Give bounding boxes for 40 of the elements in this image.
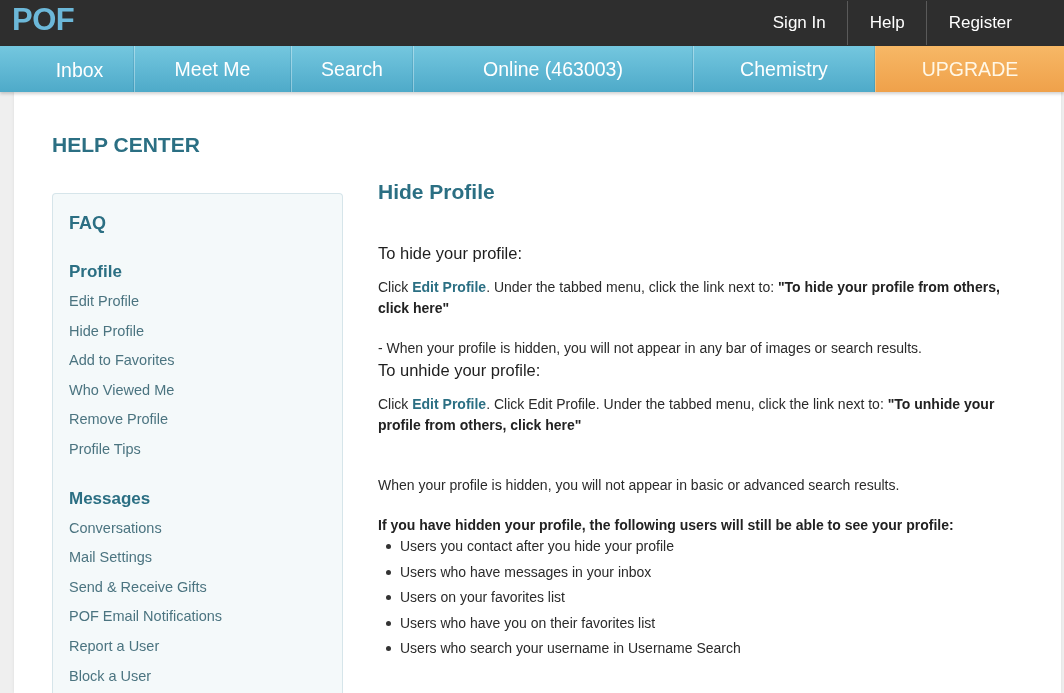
section-heading: Profile — [69, 261, 122, 283]
sidebar-title: FAQ — [69, 212, 106, 234]
nav-link[interactable]: Help — [846, 1, 926, 45]
paragraph-text: Click Edit Profile. Under the tabbed menu, click the link next to: "To hide your profile from others, click here" — [378, 278, 1001, 318]
list-item: Users who search your username in Username Search — [400, 639, 741, 659]
bullet-icon — [386, 544, 391, 550]
inline-link[interactable]: Edit Profile — [412, 279, 487, 295]
nav-link[interactable]: Sign In — [750, 1, 847, 45]
subheading: To unhide your profile: — [378, 360, 541, 381]
bullet-icon — [386, 569, 391, 575]
sidebar-link[interactable]: Mail Settings — [69, 543, 152, 573]
list-item: Users who have you on their favorites list — [400, 613, 656, 633]
list-item: Users who have messages in your inbox — [400, 562, 652, 582]
sidebar-link[interactable]: Remove Profile — [69, 405, 169, 435]
sidebar-link[interactable]: Add to Favorites — [69, 346, 175, 376]
sidebar-link[interactable]: Profile Tips — [69, 434, 141, 465]
paragraph-text: Click Edit Profile. Click Edit Profile. Under the tabbed menu, click the link next to: "To unhide your profile from others, click here" — [378, 395, 996, 435]
sidebar-link[interactable]: Send & Receive Gifts — [69, 572, 207, 603]
bullet-icon — [386, 595, 391, 601]
list-item: Users on your favorites list — [400, 588, 565, 608]
nav-link[interactable]: Register — [925, 1, 1033, 45]
paragraph-text: When your profile is hidden, you will not appear in basic or advanced search results. — [378, 476, 900, 495]
note-text: - When your profile is hidden, you will not appear in any bar of images or search results. — [378, 339, 922, 358]
article-title: Hide Profile — [378, 179, 495, 205]
sidebar-link[interactable]: POF Email Notifications — [69, 602, 223, 632]
list-intro: If you have hidden your profile, the following users will still be able to see your profile: — [378, 516, 954, 535]
sidebar-link[interactable]: Hide Profile — [69, 316, 144, 347]
page-title: HELP CENTER — [52, 132, 200, 158]
inline-link[interactable]: Edit Profile — [412, 396, 487, 412]
bullet-icon — [386, 620, 391, 626]
section-heading: Messages — [69, 487, 151, 510]
bullet-icon — [386, 646, 391, 652]
sidebar-link[interactable]: Edit Profile — [69, 287, 140, 317]
sidebar-link[interactable]: Conversations — [69, 513, 162, 544]
logo[interactable]: POF — [12, 3, 75, 37]
subheading: To hide your profile: — [378, 243, 522, 264]
sidebar-link[interactable]: Who Viewed Me — [69, 375, 175, 406]
sidebar-link[interactable]: Block a User — [69, 661, 152, 692]
sidebar-link[interactable]: Report a User — [69, 631, 160, 662]
list-item: Users you contact after you hide your profile — [400, 537, 674, 557]
